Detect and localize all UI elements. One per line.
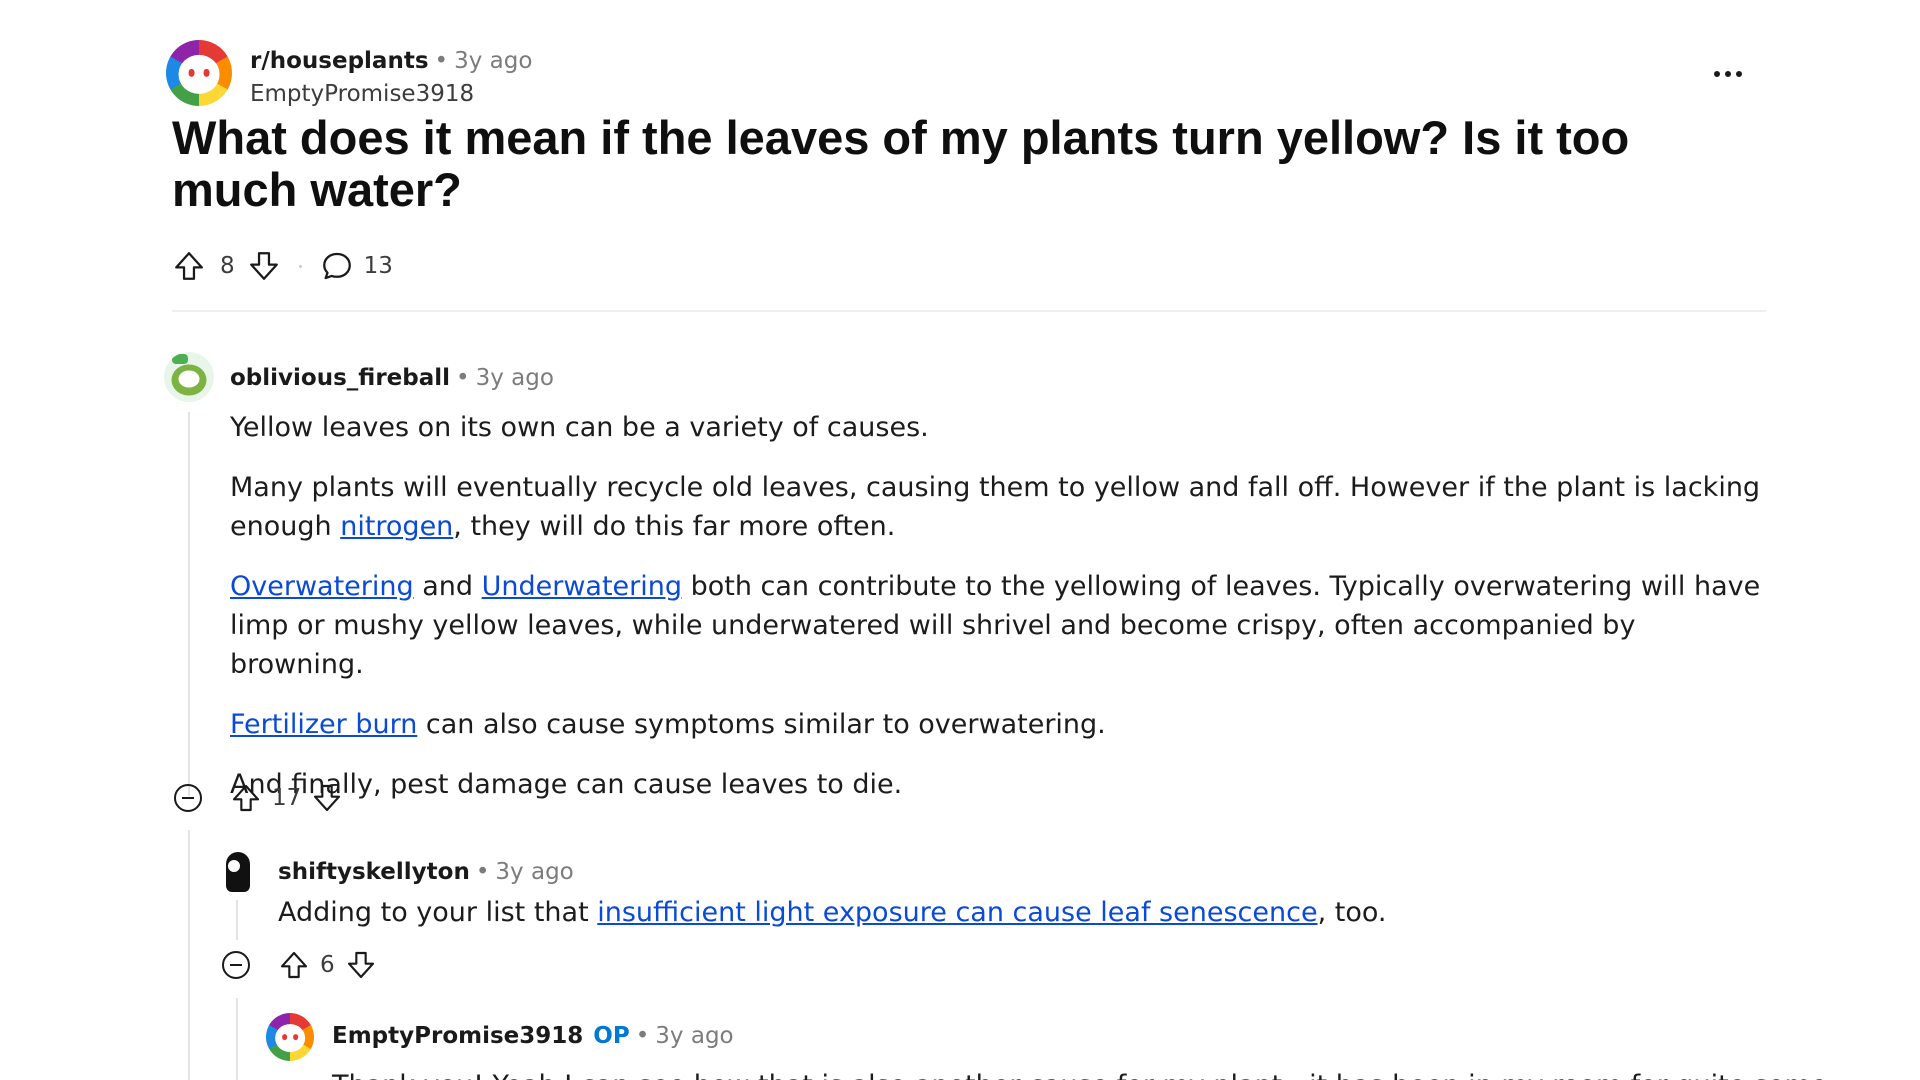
- light-exposure-link[interactable]: insufficient light exposure can cause le…: [597, 897, 1317, 928]
- comment-bubble-icon[interactable]: [320, 249, 354, 283]
- subreddit-name[interactable]: r/houseplants: [250, 48, 429, 74]
- comment-paragraph: Many plants will eventually recycle old …: [230, 472, 1761, 542]
- post-time: 3y ago: [454, 48, 533, 74]
- comment-actions: 6: [222, 945, 377, 985]
- comment-paragraph: Adding to your list that insufficient li…: [278, 897, 1387, 928]
- meta-separator: •: [635, 1023, 650, 1049]
- comment-avatar[interactable]: [212, 846, 262, 896]
- comment-paragraph: Fertilizer burn can also cause symptoms …: [230, 709, 1106, 740]
- meta-separator: •: [434, 48, 449, 74]
- underwatering-link[interactable]: Underwatering: [482, 571, 682, 602]
- thread-line[interactable]: [236, 998, 238, 1080]
- downvote-arrow-icon[interactable]: [247, 249, 281, 283]
- comment-time: 3y ago: [655, 1023, 734, 1049]
- op-badge: OP: [593, 1023, 630, 1049]
- comment-vote-count: 17: [272, 785, 302, 811]
- post-meta: r/houseplants • 3y ago EmptyPromise3918: [250, 46, 532, 109]
- upvote-arrow-icon[interactable]: [278, 949, 310, 981]
- upvote-arrow-icon[interactable]: [230, 782, 262, 814]
- comment-header: EmptyPromise3918 OP • 3y ago: [332, 1018, 734, 1054]
- snoo-icon: [178, 55, 220, 94]
- nitrogen-link[interactable]: nitrogen: [340, 511, 453, 542]
- comment-time: 3y ago: [495, 859, 574, 885]
- upvote-arrow-icon[interactable]: [172, 249, 206, 283]
- comment-header: oblivious_fireball • 3y ago: [230, 360, 554, 396]
- downvote-arrow-icon[interactable]: [311, 782, 343, 814]
- thread-line[interactable]: [236, 900, 238, 940]
- thread-line[interactable]: [188, 412, 190, 796]
- post-author[interactable]: EmptyPromise3918: [250, 79, 532, 109]
- comment-vote-count: 6: [320, 952, 335, 978]
- meta-separator: •: [475, 859, 490, 885]
- post-title: What does it mean if the leaves of my pl…: [172, 111, 1630, 216]
- comment-paragraph: And finally, pest damage can cause leave…: [230, 769, 903, 800]
- character-icon: [226, 852, 250, 892]
- comment-actions: 17: [174, 778, 343, 818]
- divider: [172, 310, 1766, 312]
- reddit-post-page: r/houseplants • 3y ago EmptyPromise3918 Wh…: [0, 0, 1920, 1080]
- comment-time: 3y ago: [475, 365, 554, 391]
- comment-header: shiftyskellyton • 3y ago: [278, 854, 574, 890]
- post-header: r/houseplants • 3y ago EmptyPromise3918: [166, 40, 532, 109]
- meta-separator: •: [456, 365, 470, 391]
- post-actions: 8 13: [172, 246, 393, 286]
- comment-avatar[interactable]: [266, 1013, 314, 1061]
- hat-icon: [172, 354, 188, 364]
- collapse-thread-icon[interactable]: [222, 951, 250, 979]
- comment-paragraph: Yellow leaves on its own can be a variet…: [230, 412, 929, 443]
- comment-author[interactable]: EmptyPromise3918: [332, 1023, 583, 1049]
- downvote-arrow-icon[interactable]: [345, 949, 377, 981]
- snoo-icon: [275, 1024, 305, 1052]
- comment-avatar[interactable]: [164, 352, 214, 402]
- comment-paragraph: Overwatering and Underwatering both can …: [230, 571, 1761, 680]
- post-vote-count: 8: [220, 253, 235, 279]
- comment-count[interactable]: 13: [364, 253, 393, 279]
- overwatering-link[interactable]: Overwatering: [230, 571, 414, 602]
- more-options-icon: [1714, 71, 1720, 77]
- collapse-thread-icon[interactable]: [174, 784, 202, 812]
- more-options-button[interactable]: [1700, 60, 1756, 88]
- comment-body-partial: Thank you! Yeah I can see how that is al…: [332, 1066, 1827, 1080]
- action-separator: [298, 264, 302, 268]
- thread-line[interactable]: [188, 830, 190, 1080]
- snoo-icon: [171, 364, 207, 396]
- subreddit-avatar[interactable]: [166, 40, 232, 106]
- comment-body: Adding to your list that insufficient li…: [278, 893, 1758, 953]
- fertilizer-burn-link[interactable]: Fertilizer burn: [230, 709, 417, 740]
- comment-body: Yellow leaves on its own can be a variet…: [230, 408, 1770, 825]
- comment-author[interactable]: shiftyskellyton: [278, 859, 470, 885]
- comment-author[interactable]: oblivious_fireball: [230, 365, 450, 391]
